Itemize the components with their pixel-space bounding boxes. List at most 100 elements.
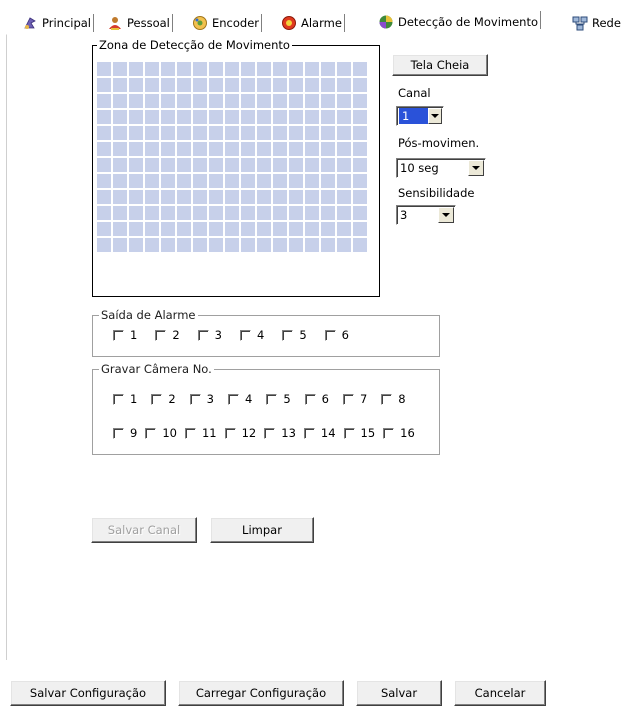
zone-cell[interactable] bbox=[161, 222, 175, 236]
zone-cell[interactable] bbox=[225, 238, 239, 252]
record-camera-checkbox-1[interactable]: 1 bbox=[113, 392, 137, 406]
zone-cell[interactable] bbox=[289, 238, 303, 252]
checkbox-box[interactable] bbox=[145, 427, 157, 439]
checkbox-box[interactable] bbox=[189, 393, 201, 405]
zone-cell[interactable] bbox=[145, 222, 159, 236]
zone-cell[interactable] bbox=[97, 142, 111, 156]
zone-cell[interactable] bbox=[209, 206, 223, 220]
zone-cell[interactable] bbox=[177, 174, 191, 188]
zone-cell[interactable] bbox=[321, 190, 335, 204]
zone-cell[interactable] bbox=[209, 94, 223, 108]
zone-cell[interactable] bbox=[145, 238, 159, 252]
zone-cell[interactable] bbox=[273, 174, 287, 188]
tab-deteccao-movimento[interactable]: Detecção de Movimento bbox=[378, 9, 541, 34]
save-button[interactable]: Salvar bbox=[356, 680, 442, 706]
zone-cell[interactable] bbox=[305, 110, 319, 124]
zone-cell[interactable] bbox=[273, 126, 287, 140]
chevron-down-icon[interactable] bbox=[468, 160, 484, 176]
zone-cell[interactable] bbox=[209, 222, 223, 236]
zone-cell[interactable] bbox=[193, 206, 207, 220]
zone-cell[interactable] bbox=[129, 142, 143, 156]
zone-cell[interactable] bbox=[113, 78, 127, 92]
zone-cell[interactable] bbox=[193, 78, 207, 92]
zone-cell[interactable] bbox=[257, 238, 271, 252]
zone-cell[interactable] bbox=[273, 222, 287, 236]
record-camera-checkbox-6[interactable]: 6 bbox=[304, 392, 329, 406]
zone-cell[interactable] bbox=[337, 238, 351, 252]
zone-cell[interactable] bbox=[289, 142, 303, 156]
zone-cell[interactable] bbox=[97, 190, 111, 204]
tab-encoder[interactable]: Encoder bbox=[192, 12, 263, 34]
record-camera-checkbox-3[interactable]: 3 bbox=[189, 392, 214, 406]
zone-cell[interactable] bbox=[337, 78, 351, 92]
zone-cell[interactable] bbox=[97, 110, 111, 124]
zone-cell[interactable] bbox=[177, 158, 191, 172]
zone-cell[interactable] bbox=[257, 142, 271, 156]
zone-cell[interactable] bbox=[145, 78, 159, 92]
zone-cell[interactable] bbox=[129, 174, 143, 188]
zone-cell[interactable] bbox=[145, 126, 159, 140]
zone-cell[interactable] bbox=[145, 110, 159, 124]
zone-cell[interactable] bbox=[209, 78, 223, 92]
zone-cell[interactable] bbox=[305, 126, 319, 140]
checkbox-box[interactable] bbox=[282, 329, 294, 341]
zone-cell[interactable] bbox=[337, 110, 351, 124]
zone-cell[interactable] bbox=[353, 62, 367, 76]
zone-cell[interactable] bbox=[225, 78, 239, 92]
zone-cell[interactable] bbox=[209, 142, 223, 156]
zone-cell[interactable] bbox=[97, 78, 111, 92]
checkbox-box[interactable] bbox=[184, 427, 196, 439]
zone-cell[interactable] bbox=[129, 158, 143, 172]
zone-cell[interactable] bbox=[353, 222, 367, 236]
zone-cell[interactable] bbox=[257, 206, 271, 220]
zone-cell[interactable] bbox=[321, 158, 335, 172]
zone-cell[interactable] bbox=[321, 126, 335, 140]
zone-cell[interactable] bbox=[273, 62, 287, 76]
checkbox-box[interactable] bbox=[303, 427, 315, 439]
zone-cell[interactable] bbox=[273, 206, 287, 220]
zone-cell[interactable] bbox=[305, 222, 319, 236]
zone-cell[interactable] bbox=[161, 94, 175, 108]
zone-cell[interactable] bbox=[321, 206, 335, 220]
zone-cell[interactable] bbox=[305, 78, 319, 92]
clear-button[interactable]: Limpar bbox=[210, 517, 314, 543]
zone-cell[interactable] bbox=[113, 142, 127, 156]
zone-cell[interactable] bbox=[113, 94, 127, 108]
zone-cell[interactable] bbox=[353, 126, 367, 140]
zone-cell[interactable] bbox=[193, 174, 207, 188]
zone-cell[interactable] bbox=[273, 142, 287, 156]
zone-cell[interactable] bbox=[113, 62, 127, 76]
cancel-button[interactable]: Cancelar bbox=[454, 680, 546, 706]
zone-cell[interactable] bbox=[225, 206, 239, 220]
zone-cell[interactable] bbox=[273, 94, 287, 108]
zone-cell[interactable] bbox=[257, 222, 271, 236]
alarm-output-checkbox-1[interactable]: 1 bbox=[113, 328, 137, 342]
zone-cell[interactable] bbox=[305, 174, 319, 188]
zone-cell[interactable] bbox=[193, 158, 207, 172]
checkbox-box[interactable] bbox=[197, 329, 209, 341]
zone-cell[interactable] bbox=[177, 110, 191, 124]
zone-cell[interactable] bbox=[241, 190, 255, 204]
zone-cell[interactable] bbox=[337, 174, 351, 188]
zone-cell[interactable] bbox=[97, 126, 111, 140]
zone-cell[interactable] bbox=[113, 206, 127, 220]
zone-cell[interactable] bbox=[273, 238, 287, 252]
checkbox-box[interactable] bbox=[383, 427, 395, 439]
zone-cell[interactable] bbox=[193, 190, 207, 204]
checkbox-box[interactable] bbox=[324, 329, 336, 341]
zone-cell[interactable] bbox=[97, 238, 111, 252]
record-camera-checkbox-10[interactable]: 10 bbox=[145, 426, 177, 440]
zone-cell[interactable] bbox=[225, 222, 239, 236]
zone-cell[interactable] bbox=[113, 126, 127, 140]
checkbox-box[interactable] bbox=[113, 329, 124, 341]
zone-cell[interactable] bbox=[113, 190, 127, 204]
zone-cell[interactable] bbox=[289, 158, 303, 172]
zone-cell[interactable] bbox=[241, 142, 255, 156]
zone-cell[interactable] bbox=[129, 62, 143, 76]
zone-cell[interactable] bbox=[321, 62, 335, 76]
zone-cell[interactable] bbox=[129, 222, 143, 236]
checkbox-box[interactable] bbox=[224, 427, 236, 439]
zone-cell[interactable] bbox=[289, 190, 303, 204]
zone-cell[interactable] bbox=[225, 62, 239, 76]
zone-cell[interactable] bbox=[209, 110, 223, 124]
